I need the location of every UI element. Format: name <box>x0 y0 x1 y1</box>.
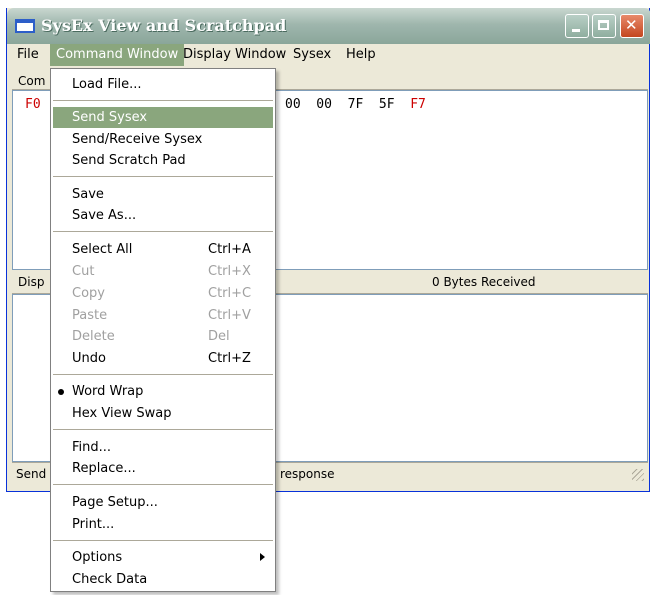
menu-separator <box>53 231 273 232</box>
menu-item-label: Replace... <box>72 461 136 476</box>
hex-start-byte: F0 <box>25 97 41 112</box>
menu-item-label: Load File... <box>72 77 142 92</box>
menu-item-hex-view-swap[interactable]: Hex View Swap <box>53 403 273 424</box>
command-window-menu: Load File... Send Sysex Send/Receive Sys… <box>50 68 276 592</box>
menu-item-label: Print... <box>72 517 115 532</box>
resize-grip-icon[interactable] <box>632 469 644 481</box>
menu-item-label: Page Setup... <box>72 495 158 510</box>
menu-item-label: Word Wrap <box>72 384 144 399</box>
display-pane-title: Disp <box>18 275 45 289</box>
hex-bytes: 00 00 7F 5F F7 <box>285 97 426 112</box>
bytes-received-label: 0 Bytes Received <box>432 275 536 289</box>
menu-file[interactable]: File <box>11 44 45 66</box>
app-window-icon <box>15 19 35 33</box>
menu-item-label: Find... <box>72 440 112 455</box>
menu-item-shortcut: Ctrl+C <box>208 286 252 301</box>
menu-item-label: Select All <box>72 242 133 257</box>
menu-item-label: Check Data <box>72 572 148 587</box>
menu-item-cut: Cut Ctrl+X <box>53 261 273 282</box>
menu-item-save[interactable]: Save <box>53 184 273 205</box>
menu-item-label: Send Scratch Pad <box>72 153 186 168</box>
menu-item-print[interactable]: Print... <box>53 514 273 535</box>
menu-item-label: Send Sysex <box>72 110 148 125</box>
menu-item-send-receive-sysex[interactable]: Send/Receive Sysex <box>53 129 273 150</box>
menu-item-save-as[interactable]: Save As... <box>53 205 273 226</box>
menu-item-shortcut: Del <box>208 329 230 344</box>
menu-item-copy: Copy Ctrl+C <box>53 283 273 304</box>
status-right-text: response <box>280 467 335 481</box>
window-title: SysEx View and Scratchpad <box>41 16 287 35</box>
title-bar[interactable]: SysEx View and Scratchpad <box>7 8 650 44</box>
menu-item-label: Undo <box>72 351 106 366</box>
menu-item-load-file[interactable]: Load File... <box>53 74 273 95</box>
maximize-button[interactable] <box>592 14 616 38</box>
menu-item-label: Save <box>72 187 104 202</box>
menu-item-label: Copy <box>72 286 105 301</box>
minimize-button[interactable] <box>565 14 589 38</box>
hex-middle-bytes: 00 00 7F 5F <box>285 97 395 112</box>
menu-item-label: Cut <box>72 264 95 279</box>
menu-bar: File Command Window Display Window Sysex… <box>7 44 649 66</box>
menu-item-send-sysex[interactable]: Send Sysex <box>53 107 273 128</box>
menu-item-shortcut: Ctrl+Z <box>208 351 251 366</box>
menu-sysex[interactable]: Sysex <box>287 44 337 66</box>
menu-item-shortcut: Ctrl+X <box>208 264 251 279</box>
menu-item-shortcut: Ctrl+V <box>208 308 251 323</box>
menu-item-page-setup[interactable]: Page Setup... <box>53 492 273 513</box>
menu-item-check-data[interactable]: Check Data <box>53 569 273 590</box>
menu-separator <box>53 540 273 541</box>
menu-item-label: Save As... <box>72 208 137 223</box>
menu-separator <box>53 484 273 485</box>
menu-item-find[interactable]: Find... <box>53 437 273 458</box>
menu-item-options[interactable]: Options <box>53 547 273 568</box>
close-button[interactable] <box>620 14 644 38</box>
menu-help[interactable]: Help <box>340 44 382 66</box>
menu-separator <box>53 374 273 375</box>
menu-item-shortcut: Ctrl+A <box>208 242 251 257</box>
menu-item-label: Paste <box>72 308 108 323</box>
menu-item-delete: Delete Del <box>53 326 273 347</box>
menu-item-label: Send/Receive Sysex <box>72 132 203 147</box>
menu-item-label: Options <box>72 550 123 565</box>
menu-item-select-all[interactable]: Select All Ctrl+A <box>53 239 273 260</box>
menu-separator <box>53 100 273 101</box>
menu-command-window[interactable]: Command Window <box>50 44 185 66</box>
menu-separator <box>53 176 273 177</box>
menu-item-send-scratch-pad[interactable]: Send Scratch Pad <box>53 150 273 171</box>
submenu-arrow-icon <box>260 553 265 561</box>
menu-item-replace[interactable]: Replace... <box>53 458 273 479</box>
radio-bullet-icon <box>58 389 64 395</box>
hex-end-byte: F7 <box>410 97 426 112</box>
status-left-text: Send <box>16 467 47 481</box>
menu-display-window[interactable]: Display Window <box>177 44 292 66</box>
menu-item-label: Delete <box>72 329 115 344</box>
menu-item-paste: Paste Ctrl+V <box>53 305 273 326</box>
menu-item-word-wrap[interactable]: Word Wrap <box>53 381 273 402</box>
menu-item-undo[interactable]: Undo Ctrl+Z <box>53 348 273 369</box>
menu-separator <box>53 429 273 430</box>
menu-item-label: Hex View Swap <box>72 406 172 421</box>
command-pane-title: Com <box>18 74 46 88</box>
